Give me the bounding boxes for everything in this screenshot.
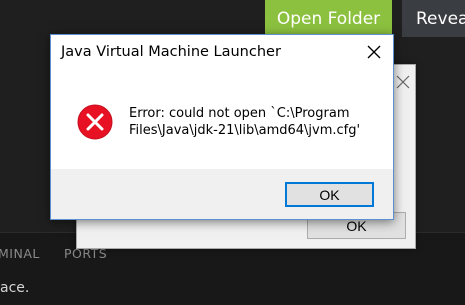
close-button[interactable] [362, 41, 386, 65]
tab-terminal[interactable]: MINAL [0, 246, 40, 261]
close-icon[interactable] [393, 74, 413, 94]
error-message: Error: could not open `C:\Program Files\… [129, 106, 361, 138]
dialog-body: Error: could not open `C:\Program Files\… [51, 74, 393, 169]
panel-output-text: ace. [0, 280, 30, 296]
open-folder-button[interactable]: Open Folder [265, 0, 392, 37]
error-dialog: Java Virtual Machine Launcher Error: cou… [50, 34, 394, 220]
dialog-footer: OK [51, 169, 393, 219]
ok-button[interactable]: OK [285, 182, 374, 207]
close-icon [367, 45, 381, 62]
reveal-button[interactable]: Revea [402, 0, 465, 37]
error-icon [77, 104, 113, 140]
dialog-title: Java Virtual Machine Launcher [61, 44, 281, 60]
